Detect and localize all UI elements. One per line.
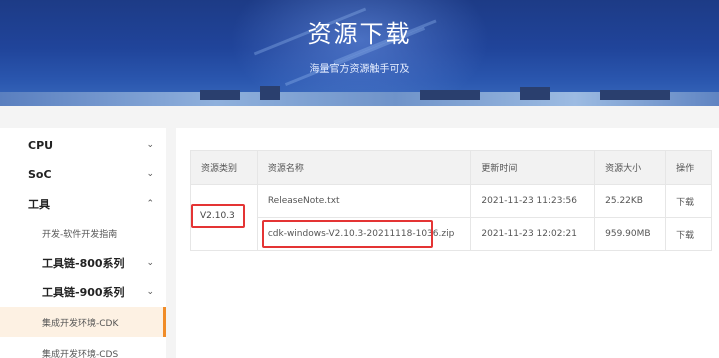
sidebar-item-label: 工具链-800系列 <box>42 257 125 270</box>
sidebar-item-label: SoC <box>28 167 52 181</box>
resource-time: 2021-11-23 12:02:21 <box>470 217 596 251</box>
sidebar-divider <box>166 128 176 358</box>
resource-time: 2021-11-23 11:23:56 <box>470 184 596 218</box>
content-top-spacer <box>0 106 719 128</box>
page-banner: 资源下载 海量官方资源触手可及 <box>0 0 719 106</box>
table-header-row: 资源类别 资源名称 更新时间 资源大小 操作 <box>190 150 712 185</box>
resource-size: 959.90MB <box>594 217 667 251</box>
sidebar-item-label: 集成开发环境-CDS <box>42 349 119 358</box>
chevron-down-icon: ⌄ <box>146 140 154 150</box>
sidebar-item-toolchain-800[interactable]: 工具链-800系列 ⌄ <box>0 248 166 278</box>
banner-skyline-block <box>420 90 480 100</box>
chevron-down-icon: ⌄ <box>146 258 154 268</box>
column-header-name: 资源名称 <box>256 150 472 185</box>
resource-name: ReleaseNote.txt <box>256 184 472 218</box>
banner-skyline-block <box>260 86 280 100</box>
sidebar-item-cds[interactable]: 集成开发环境-CDS <box>0 338 166 358</box>
chevron-down-icon: ⌄ <box>146 169 154 179</box>
sidebar: CPU ⌄ SoC ⌄ 工具 ⌃ 开发-软件开发指南 工具链-800系列 ⌄ 工… <box>0 128 166 358</box>
chevron-down-icon: ⌄ <box>146 287 154 297</box>
column-header-time: 更新时间 <box>470 150 596 185</box>
sidebar-item-label: 集成开发环境-CDK <box>42 318 119 329</box>
chevron-up-icon: ⌃ <box>146 199 154 209</box>
column-header-type: 资源类别 <box>190 150 258 185</box>
page-subtitle: 海量官方资源触手可及 <box>309 64 410 75</box>
table-row: ReleaseNote.txt 2021-11-23 11:23:56 25.2… <box>190 184 712 251</box>
highlight-box-filename <box>262 220 433 248</box>
highlight-box-version <box>191 204 245 228</box>
column-header-size: 资源大小 <box>594 150 667 185</box>
sidebar-item-label: 工具链-900系列 <box>42 286 125 299</box>
sidebar-item-tools[interactable]: 工具 ⌃ <box>0 189 166 219</box>
banner-skyline-block <box>200 90 240 100</box>
sidebar-item-label: CPU <box>28 138 54 152</box>
resource-size: 25.22KB <box>594 184 667 218</box>
sidebar-item-label: 工具 <box>28 198 50 211</box>
sidebar-item-soc[interactable]: SoC ⌄ <box>0 159 166 189</box>
sidebar-item-toolchain-900[interactable]: 工具链-900系列 ⌄ <box>0 277 166 307</box>
banner-skyline-block <box>520 87 550 100</box>
banner-skyline-block <box>600 90 670 100</box>
sidebar-item-cdk[interactable]: 集成开发环境-CDK <box>0 307 166 337</box>
column-header-action: 操作 <box>665 150 712 185</box>
download-link[interactable]: 下载 <box>665 184 712 218</box>
download-link[interactable]: 下载 <box>665 217 712 251</box>
sidebar-item-cpu[interactable]: CPU ⌄ <box>0 130 166 160</box>
sidebar-item-dev-guide[interactable]: 开发-软件开发指南 <box>0 218 166 248</box>
sidebar-item-label: 开发-软件开发指南 <box>42 229 118 240</box>
page-title: 资源下载 <box>307 20 412 48</box>
